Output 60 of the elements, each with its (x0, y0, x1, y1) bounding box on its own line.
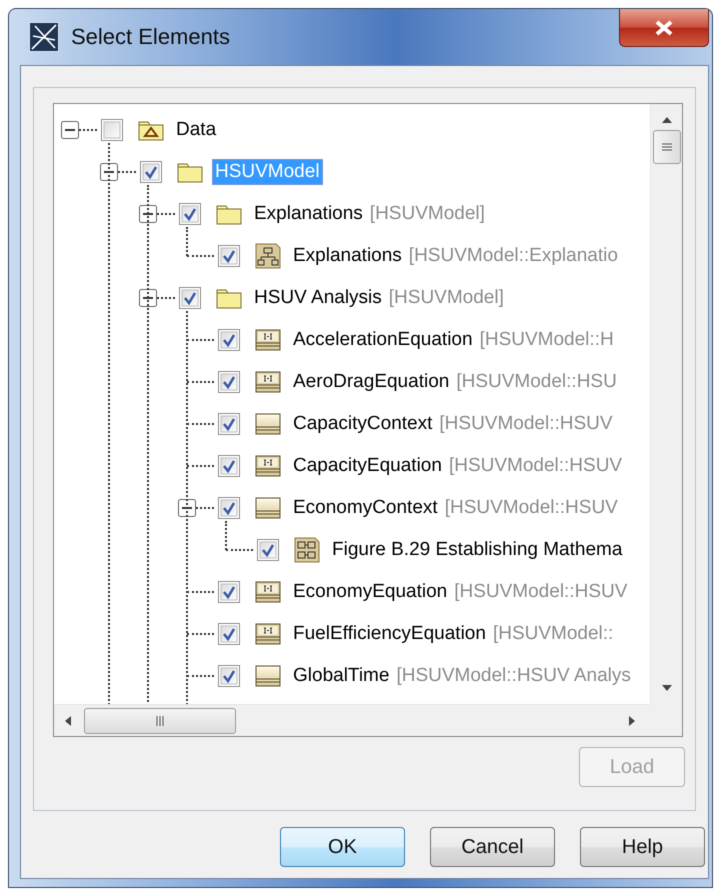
close-icon (653, 18, 675, 36)
scroll-down-icon[interactable] (660, 684, 672, 692)
checkbox[interactable] (218, 329, 240, 351)
tree-item-label[interactable]: FuelEfficiencyEquation (290, 621, 489, 647)
checkbox[interactable] (218, 455, 240, 477)
tree-item-label[interactable]: CapacityContext (290, 411, 436, 437)
tree-item-label[interactable]: EconomyContext (290, 495, 441, 521)
expander-toggle[interactable] (178, 499, 196, 517)
checkbox[interactable] (179, 287, 201, 309)
element-path: [HSUVModel::HSUV (454, 581, 628, 603)
dialog-button[interactable]: Cancel (430, 827, 555, 867)
element-path: [HSUVModel:: (492, 623, 614, 645)
expander-toggle[interactable] (139, 205, 157, 223)
tree-item-label[interactable]: EconomyEquation (290, 579, 450, 605)
checkbox[interactable] (218, 413, 240, 435)
checkbox[interactable] (218, 497, 240, 519)
scroll-left-icon[interactable] (64, 714, 72, 726)
tree-item-label[interactable]: AccelerationEquation (290, 327, 476, 353)
expander-toggle[interactable] (139, 289, 157, 307)
scroll-thumb[interactable] (652, 130, 680, 164)
checkbox[interactable] (179, 203, 201, 225)
dialog-button[interactable]: Help (580, 827, 705, 867)
expander-toggle[interactable] (100, 163, 118, 181)
grip-icon (662, 142, 672, 152)
checkbox[interactable] (218, 371, 240, 393)
tree-item-label[interactable]: CapacityEquation (290, 453, 445, 479)
checkbox[interactable] (218, 581, 240, 603)
element-path: [HSUVModel::HSU (456, 371, 617, 393)
element-path: [HSUVModel::HSUV (444, 497, 618, 519)
checkbox[interactable] (218, 245, 240, 267)
tree-item-label[interactable]: Explanations (290, 243, 405, 269)
dialog-button[interactable]: OK (280, 827, 405, 867)
tree-item-label[interactable]: GlobalTime (290, 663, 392, 689)
element-path: [HSUVModel::HSUV (448, 455, 622, 477)
parametric-diagram-icon (293, 536, 321, 564)
tree-item-label[interactable]: AeroDragEquation (290, 369, 452, 395)
scroll-up-icon[interactable] (660, 116, 672, 124)
tree-item-label[interactable]: Explanations (251, 201, 366, 227)
checkbox[interactable] (101, 119, 123, 141)
expander-toggle[interactable] (61, 121, 79, 139)
element-path: [HSUVModel::HSUV Analys (396, 665, 631, 687)
tree-item-label[interactable]: Data (173, 117, 220, 143)
app-icon (29, 22, 59, 52)
checkbox[interactable] (140, 161, 162, 183)
checkbox[interactable] (257, 539, 279, 561)
tree-item-label[interactable]: HSUV Analysis (251, 285, 385, 311)
tree-item-label[interactable]: Figure B.29 Establishing Mathema (329, 537, 626, 563)
window-title: Select Elements (71, 24, 230, 50)
grip-icon (155, 716, 165, 726)
checkbox[interactable] (218, 665, 240, 687)
scroll-right-icon[interactable] (628, 714, 636, 726)
element-path: [HSUVModel::Explanatio (408, 245, 618, 267)
element-path: [HSUVModel] (370, 203, 485, 225)
element-path: [HSUVModel] (388, 287, 504, 309)
scroll-thumb[interactable] (84, 708, 236, 734)
element-path: [HSUVModel::H (480, 329, 614, 351)
checkbox[interactable] (218, 623, 240, 645)
element-path: [HSUVModel::HSUV (439, 413, 613, 435)
close-button[interactable] (619, 9, 709, 47)
diagram-icon (254, 242, 282, 270)
